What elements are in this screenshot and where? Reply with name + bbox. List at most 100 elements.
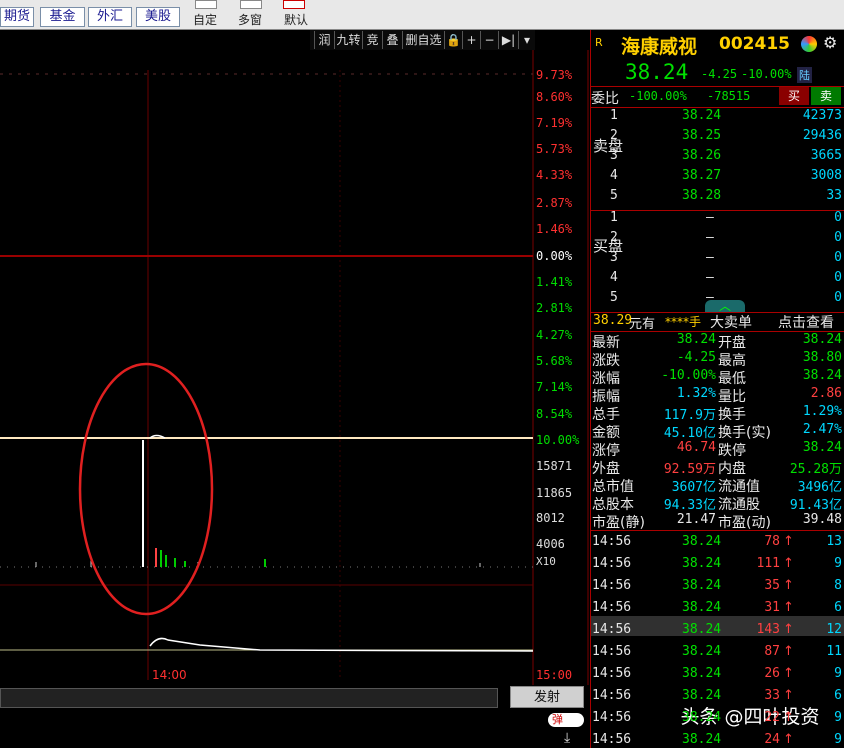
stat-label: 开盘 bbox=[718, 335, 746, 351]
stat-value: 92.59万 bbox=[663, 462, 716, 477]
chart-tool-overlay[interactable]: 叠 bbox=[382, 31, 402, 49]
tick-price: 38.24 bbox=[682, 622, 722, 637]
multi-window-icon[interactable] bbox=[240, 0, 262, 9]
chart-tool-auction[interactable]: 竞 bbox=[362, 31, 382, 49]
command-input[interactable] bbox=[0, 688, 498, 708]
stock-color-icon[interactable] bbox=[801, 36, 817, 52]
stat-label: 最低 bbox=[718, 371, 746, 387]
stat-value: -4.25 bbox=[676, 350, 716, 365]
end-time-label: 15:00 bbox=[536, 668, 573, 682]
axis-label: 11865 bbox=[536, 486, 573, 500]
tab-forex[interactable]: 外汇 bbox=[88, 7, 132, 27]
chart-tool-jiuzhuan[interactable]: 九转 bbox=[334, 31, 362, 49]
stat-label: 内盘 bbox=[718, 461, 746, 477]
tick-volume: 87 bbox=[764, 644, 780, 659]
gear-icon[interactable]: ⚙ bbox=[823, 33, 837, 52]
stat-label: 涨幅 bbox=[592, 371, 620, 387]
axis-label: X10 bbox=[536, 555, 556, 568]
zoom-out-icon[interactable]: − bbox=[480, 31, 498, 49]
tab-funds[interactable]: 基金 bbox=[40, 7, 85, 27]
big-order-link[interactable]: 点击查看 bbox=[778, 312, 834, 332]
tick-count: 6 bbox=[834, 688, 842, 703]
custom-label[interactable]: 自定 bbox=[193, 11, 217, 28]
stat-value: 45.10亿 bbox=[663, 426, 716, 441]
stat-label: 振幅 bbox=[592, 389, 620, 405]
tick-count: 12 bbox=[826, 622, 842, 637]
axis-label: 5.68% bbox=[536, 354, 573, 368]
tick-volume: 24 bbox=[764, 732, 780, 747]
tick-price: 38.24 bbox=[682, 710, 722, 725]
stat-value: 46.74 bbox=[676, 440, 716, 455]
stat-label: 外盘 bbox=[592, 461, 620, 477]
up-arrow-icon: ↑ bbox=[783, 578, 794, 593]
tick-price: 38.24 bbox=[682, 534, 722, 549]
axis-label: 8.60% bbox=[536, 90, 573, 104]
stat-label: 总股本 bbox=[592, 497, 634, 513]
download-icon[interactable]: ⤓ bbox=[564, 730, 570, 746]
axis-label: 4.33% bbox=[536, 168, 573, 182]
zoom-in-icon[interactable]: + bbox=[462, 31, 480, 49]
tab-us-stocks[interactable]: 美股 bbox=[136, 7, 180, 27]
tick-count: 8 bbox=[834, 578, 842, 593]
bid-level: 5 bbox=[610, 290, 618, 305]
up-arrow-icon: ↑ bbox=[783, 710, 794, 725]
stat-label: 流通值 bbox=[718, 479, 760, 495]
ask-volume: 42373 bbox=[802, 108, 842, 123]
bid-level: 4 bbox=[610, 270, 618, 285]
last-price: 38.24 bbox=[625, 60, 689, 84]
ask-price: 38.28 bbox=[682, 188, 722, 203]
stat-label: 最高 bbox=[718, 353, 746, 369]
tick-price: 38.24 bbox=[682, 556, 722, 571]
custom-icon[interactable] bbox=[195, 0, 217, 9]
stat-label: 金额 bbox=[592, 425, 620, 441]
ask-level: 1 bbox=[610, 108, 618, 123]
price-change: -4.25 bbox=[701, 67, 738, 81]
ask-side-label: 卖盘 bbox=[593, 137, 624, 155]
axis-label: 8.54% bbox=[536, 407, 573, 421]
up-arrow-icon: ↑ bbox=[783, 688, 794, 703]
bid-volume: 0 bbox=[834, 250, 842, 265]
tick-time: 14:56 bbox=[592, 688, 632, 703]
jump-end-icon[interactable]: ▶| bbox=[498, 31, 518, 49]
ask-price: 38.25 bbox=[682, 128, 722, 143]
bid-level: 3 bbox=[610, 250, 618, 265]
axis-label: 8012 bbox=[536, 511, 565, 525]
bid-side-label: 买盘 bbox=[593, 237, 624, 255]
tick-price: 38.24 bbox=[682, 600, 722, 615]
stat-value: 117.9万 bbox=[663, 408, 716, 423]
tick-volume: 35 bbox=[764, 578, 780, 593]
buy-button[interactable]: 买 bbox=[779, 87, 809, 105]
stat-label: 换手(实) bbox=[718, 425, 771, 441]
ask-level: 3 bbox=[610, 148, 618, 163]
up-arrow-icon: ↑ bbox=[783, 644, 794, 659]
weibi-pct: -100.00% bbox=[629, 89, 687, 103]
fire-button[interactable]: 发射 bbox=[510, 686, 584, 708]
axis-label: 15871 bbox=[536, 459, 573, 473]
lock-icon[interactable]: 🔒 bbox=[444, 31, 462, 49]
chevron-down-icon[interactable]: ▾ bbox=[518, 31, 535, 49]
popup-toggle[interactable]: 弹 bbox=[548, 713, 584, 727]
chart-tool-run[interactable]: 润 bbox=[314, 31, 334, 49]
up-arrow-icon: ↑ bbox=[783, 556, 794, 571]
stat-value: 91.43亿 bbox=[789, 498, 842, 513]
ask-volume: 29436 bbox=[802, 128, 842, 143]
bid-level: 2 bbox=[610, 230, 618, 245]
tick-time: 14:56 bbox=[592, 622, 632, 637]
chart-tool-remove-favorite[interactable]: 删自选 bbox=[402, 31, 444, 49]
axis-label: 4006 bbox=[536, 537, 565, 551]
sell-button[interactable]: 卖 bbox=[811, 87, 841, 105]
multi-window-label[interactable]: 多窗 bbox=[238, 11, 262, 28]
up-arrow-icon: ↑ bbox=[783, 666, 794, 681]
stat-value: 38.80 bbox=[802, 350, 842, 365]
stat-label: 最新 bbox=[592, 335, 620, 351]
bid-volume: 0 bbox=[834, 230, 842, 245]
stat-value: 3607亿 bbox=[671, 480, 716, 495]
stat-label: 跌停 bbox=[718, 443, 746, 459]
stock-name: 海康威视 bbox=[621, 36, 698, 58]
tick-time: 14:56 bbox=[592, 556, 632, 571]
ask-price: 38.26 bbox=[682, 148, 722, 163]
default-icon[interactable] bbox=[283, 0, 305, 9]
tab-futures[interactable]: 期货 bbox=[0, 7, 34, 27]
default-label[interactable]: 默认 bbox=[284, 11, 308, 28]
up-arrow-icon: ↑ bbox=[783, 732, 794, 747]
